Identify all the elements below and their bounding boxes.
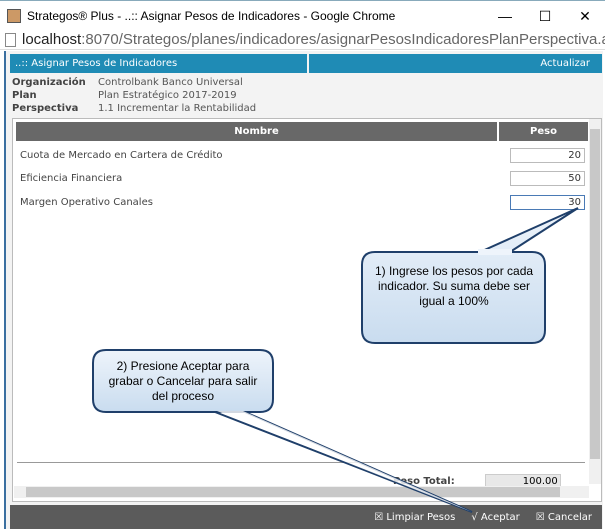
total-label: Peso Total:: [393, 475, 455, 487]
table-row: Eficiencia Financiera: [20, 170, 585, 186]
refresh-button[interactable]: Actualizar: [309, 54, 602, 73]
minimize-button[interactable]: —: [485, 1, 525, 31]
indicator-name: Cuota de Mercado en Cartera de Crédito: [20, 149, 223, 161]
title-bar: Strategos® Plus - ..:: Asignar Pesos de …: [0, 0, 605, 30]
page-title: ..:: Asignar Pesos de Indicadores: [10, 54, 307, 73]
window-title: Strategos® Plus - ..:: Asignar Pesos de …: [27, 8, 396, 23]
info-value: Controlbank Banco Universal: [98, 77, 243, 88]
weight-input[interactable]: [510, 194, 585, 210]
vertical-scrollbar[interactable]: [589, 119, 601, 484]
maximize-button[interactable]: ☐: [525, 1, 565, 31]
close-button[interactable]: ✕: [565, 1, 605, 31]
clear-weights-button[interactable]: ☒ Limpiar Pesos: [374, 512, 455, 523]
indicator-name: Eficiencia Financiera: [20, 172, 123, 184]
col-header-name[interactable]: Nombre: [16, 122, 497, 141]
table-row: Cuota de Mercado en Cartera de Crédito: [20, 147, 585, 163]
indicator-name: Margen Operativo Canales: [20, 196, 153, 208]
url-path: :8070/Strategos/planes/indicadores/asign…: [81, 31, 605, 48]
page-icon: [5, 32, 16, 47]
accept-button[interactable]: √ Aceptar: [471, 512, 519, 523]
weight-input[interactable]: [510, 170, 585, 186]
table-row: Margen Operativo Canales: [20, 194, 585, 210]
horizontal-scrollbar[interactable]: [14, 486, 589, 498]
address-bar[interactable]: localhost:8070/Strategos/planes/indicado…: [0, 30, 605, 50]
info-label: Perspectiva: [12, 103, 79, 114]
url-host: localhost: [22, 31, 82, 48]
col-header-weight[interactable]: Peso: [499, 122, 588, 141]
cancel-button[interactable]: ☒ Cancelar: [536, 512, 592, 523]
scroll-thumb[interactable]: [26, 487, 560, 497]
callout-2-text: 2) Presione Aceptar para grabar o Cancel…: [108, 359, 258, 403]
footer-toolbar: ☒ Limpiar Pesos √ Aceptar ☒ Cancelar: [10, 505, 602, 529]
info-panel: Organización Controlbank Banco Universal …: [12, 76, 256, 115]
info-value: Plan Estratégico 2017-2019: [98, 90, 237, 101]
divider: [17, 462, 585, 463]
app-icon: [7, 8, 21, 23]
info-label: Plan: [12, 90, 37, 101]
callout-1-text: 1) Ingrese los pesos por cada indicador.…: [374, 264, 534, 308]
weights-table: Nombre Peso Cuota de Mercado en Cartera …: [12, 118, 602, 502]
info-label: Organización: [12, 77, 86, 88]
scroll-thumb[interactable]: [590, 129, 600, 459]
weight-input[interactable]: [510, 147, 585, 163]
info-value: 1.1 Incrementar la Rentabilidad: [98, 103, 257, 114]
